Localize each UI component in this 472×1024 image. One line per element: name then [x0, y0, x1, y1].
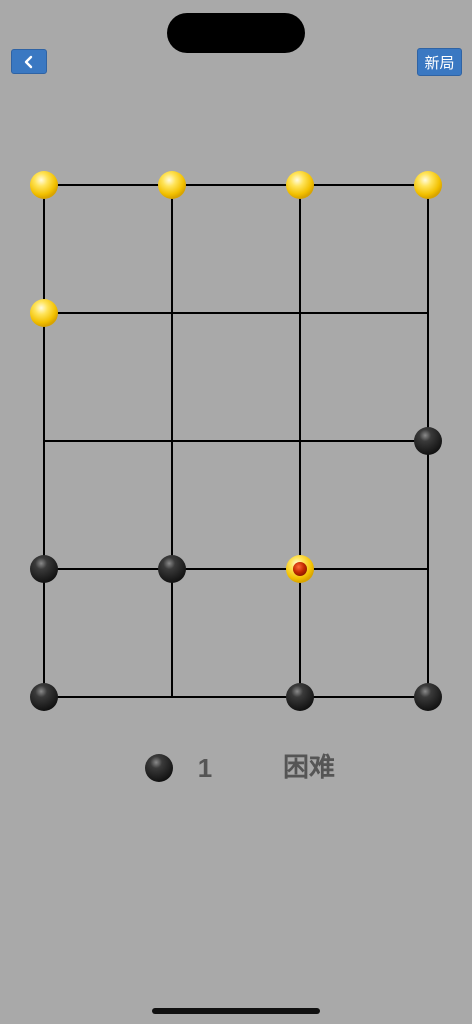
difficulty-label: 困难 — [283, 753, 336, 783]
move-count: 1 — [197, 753, 213, 783]
yellow-piece[interactable] — [30, 299, 58, 327]
black-piece[interactable] — [30, 555, 58, 583]
yellow-piece[interactable] — [414, 171, 442, 199]
yellow-piece[interactable] — [30, 171, 58, 199]
selection-marker-icon — [293, 562, 307, 576]
black-piece[interactable] — [414, 427, 442, 455]
black-piece[interactable] — [414, 683, 442, 711]
yellow-piece[interactable] — [286, 171, 314, 199]
current-player-stone — [145, 754, 173, 782]
board-lines — [43, 184, 429, 698]
game-board — [30, 171, 442, 711]
home-indicator — [152, 1008, 320, 1014]
black-piece[interactable] — [286, 683, 314, 711]
yellow-piece[interactable] — [158, 171, 186, 199]
black-piece[interactable] — [158, 555, 186, 583]
black-piece[interactable] — [30, 683, 58, 711]
selected-yellow-piece[interactable] — [286, 555, 314, 583]
